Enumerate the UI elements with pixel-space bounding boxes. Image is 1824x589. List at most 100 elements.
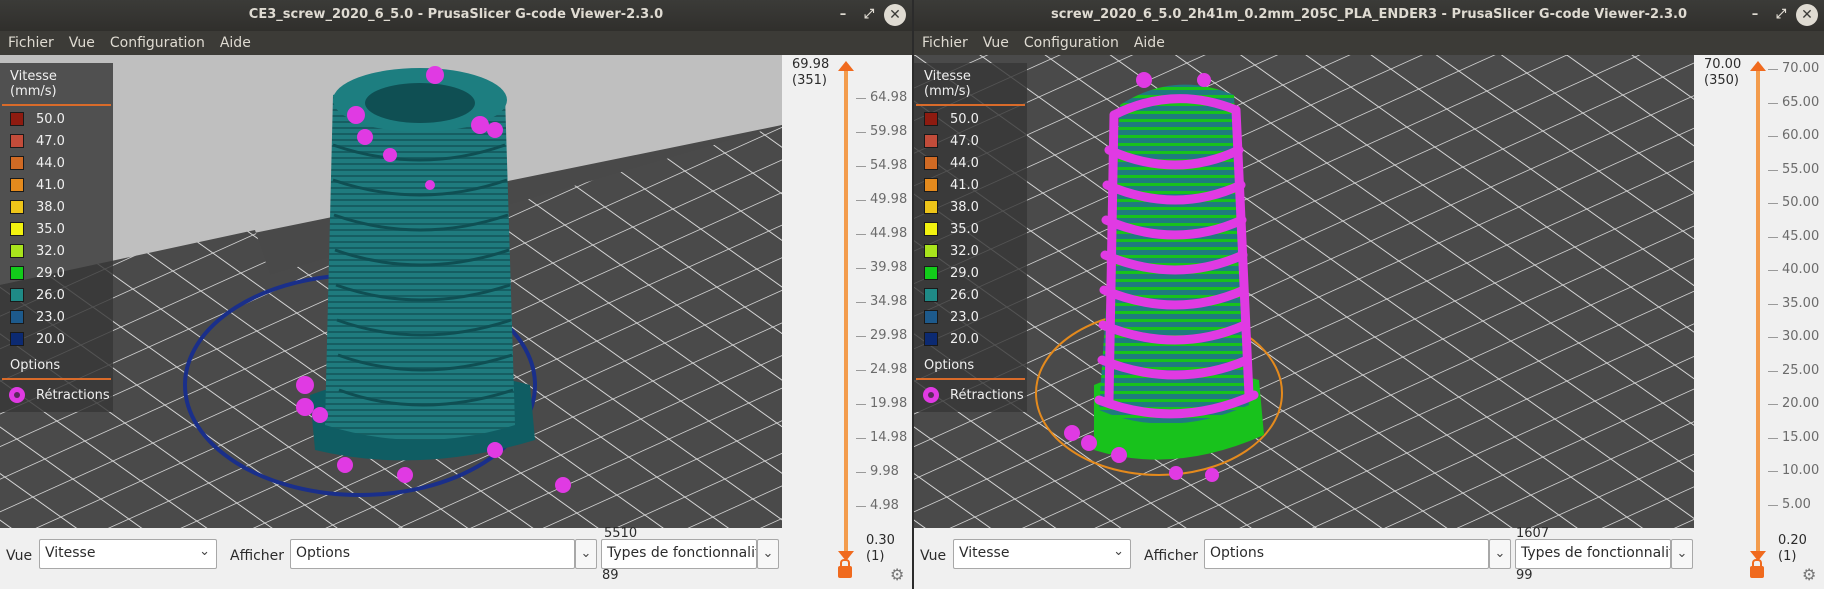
menu-aide[interactable]: Aide [1134,35,1165,51]
legend-retractions: Rétractions [0,384,113,406]
3d-viewport[interactable]: Vitesse (mm/s) 50.0 47.0 44.0 41.0 38.0 35.0 3… [914,55,1694,528]
menu-fichier[interactable]: Fichier [8,35,54,51]
layer-slider-top-thumb[interactable] [838,61,854,71]
slider-tick-label: 59.98 [870,124,908,139]
layer-slider-track[interactable] [844,65,848,555]
slider-tick-label: 50.00 [1782,195,1820,211]
slider-tick [1768,69,1778,70]
menu-fichier[interactable]: Fichier [922,35,968,51]
lock-icon[interactable] [1750,559,1764,578]
minimize-icon[interactable]: – [1744,4,1766,26]
minimize-icon[interactable]: – [832,4,854,26]
legend-options-title: Options [916,350,1025,380]
slider-tick-label: 54.98 [870,158,908,173]
3d-viewport[interactable]: Vitesse (mm/s) 50.0 47.0 44.0 41.0 38.0 35.0 3… [0,55,782,528]
menu-configuration[interactable]: Configuration [110,35,205,51]
slider-tick [856,336,866,337]
legend-item-label: 20.0 [950,331,979,347]
legend-item-label: 41.0 [950,177,979,193]
feature-types-dropdown-button[interactable]: ⌄ [1671,539,1693,569]
slider-tick-label: 60.00 [1782,128,1820,144]
legend-item-label: 47.0 [950,133,979,149]
legend-item: 38.0 [0,196,113,218]
feature-types-select[interactable]: Types de fonctionnalit [1515,539,1671,569]
slider-tick-label: 20.00 [1782,396,1820,412]
feature-types-dropdown-button[interactable]: ⌄ [757,539,779,569]
legend-swatch [924,266,938,280]
vue-select[interactable]: Vitesse ⌄ [953,539,1131,569]
bed-grid [914,55,1694,528]
slider-tick-label: 24.98 [870,362,908,377]
menu-aide[interactable]: Aide [220,35,251,51]
legend-item: 23.0 [0,306,113,328]
slider-tick [856,98,866,99]
legend-item-label: 50.0 [950,111,979,127]
afficher-input[interactable]: Options [1204,539,1489,569]
afficher-label: Afficher [1144,548,1199,564]
legend-item: 26.0 [914,284,1027,306]
slider-tick-label: 35.00 [1782,295,1820,311]
afficher-dropdown-button[interactable]: ⌄ [575,539,597,569]
legend-swatch [924,178,938,192]
legend-item: 32.0 [914,240,1027,262]
bottom-toolbar: Vue Vitesse ⌄ Afficher Options ⌄ 5510 89 … [0,526,782,589]
title-bar[interactable]: CE3_screw_2020_6_5.0 - PrusaSlicer G-cod… [0,0,912,31]
maximize-icon[interactable]: ⤢ [858,4,880,26]
slider-tick [1768,203,1778,205]
legend-item-label: 32.0 [950,243,979,259]
slider-tick [1768,270,1778,272]
menu-vue[interactable]: Vue [69,35,95,51]
legend-item: 50.0 [914,108,1027,130]
slider-tick-label: 55.00 [1782,161,1820,177]
3d-scene[interactable] [914,55,1694,528]
slider-tick [856,132,866,133]
menu-vue[interactable]: Vue [983,35,1009,51]
legend-item-label: 29.0 [950,265,979,281]
speed-legend: Vitesse (mm/s) 50.0 47.0 44.0 41.0 38.0 35.0 3… [914,63,1027,412]
slider-tick-label: 45.00 [1782,228,1820,244]
gcode-viewer-window-left: CE3_screw_2020_6_5.0 - PrusaSlicer G-cod… [0,0,912,589]
legend-swatch [10,332,24,346]
slider-tick [1768,136,1778,138]
slider-tick [856,472,866,473]
legend-item: 47.0 [914,130,1027,152]
layer-slider-top-thumb[interactable] [1750,61,1766,71]
slider-tick-label: 4.98 [870,498,899,513]
legend-item-label: 35.0 [36,221,65,237]
legend-item-label: 23.0 [36,309,65,325]
slider-tick-label: 64.98 [870,90,908,105]
slider-tick-label: 5.00 [1782,497,1811,512]
menu-configuration[interactable]: Configuration [1024,35,1119,51]
slider-tick-label: 44.98 [870,226,908,241]
close-icon[interactable]: ✕ [884,4,906,26]
gear-icon[interactable]: ⚙ [1802,565,1816,584]
layer-slider[interactable]: 70.00 (350) 70.00 65.00 60.00 55.00 50.00 45.… [1694,55,1824,589]
gear-icon[interactable]: ⚙ [890,565,904,584]
layer-slider[interactable]: 69.98 (351) 64.98 59.98 54.98 49.98 44.98 39.… [782,55,912,589]
slider-tick-label: 34.98 [870,294,908,309]
legend-swatch [10,288,24,302]
slider-tick-label: 15.00 [1782,429,1820,445]
layer-slider-bottom-value: 0.20 (1) [1778,533,1807,564]
menu-bar: Fichier Vue Configuration Aide [914,31,1824,55]
title-bar[interactable]: screw_2020_6_5.0_2h41m_0.2mm_205C_PLA_EN… [914,0,1824,31]
lock-icon[interactable] [838,559,852,578]
slider-tick [1768,370,1778,372]
3d-scene[interactable] [0,55,782,528]
afficher-dropdown-button[interactable]: ⌄ [1489,539,1511,569]
maximize-icon[interactable]: ⤢ [1770,4,1792,26]
legend-retractions: Rétractions [914,384,1027,406]
gcode-viewer-window-right: screw_2020_6_5.0_2h41m_0.2mm_205C_PLA_EN… [914,0,1824,589]
layer-slider-track[interactable] [1756,65,1760,555]
slider-tick [1768,337,1778,339]
legend-item-label: 26.0 [950,287,979,303]
legend-item: 44.0 [914,152,1027,174]
legend-item-label: 44.0 [950,155,979,171]
close-icon[interactable]: ✕ [1796,4,1818,26]
vue-select[interactable]: Vitesse ⌄ [39,539,217,569]
vue-label: Vue [6,548,33,564]
layer-slider-bottom-value: 0.30 (1) [866,533,895,564]
legend-item: 44.0 [0,152,113,174]
feature-types-select[interactable]: Types de fonctionnalit [601,539,757,569]
afficher-input[interactable]: Options [290,539,575,569]
